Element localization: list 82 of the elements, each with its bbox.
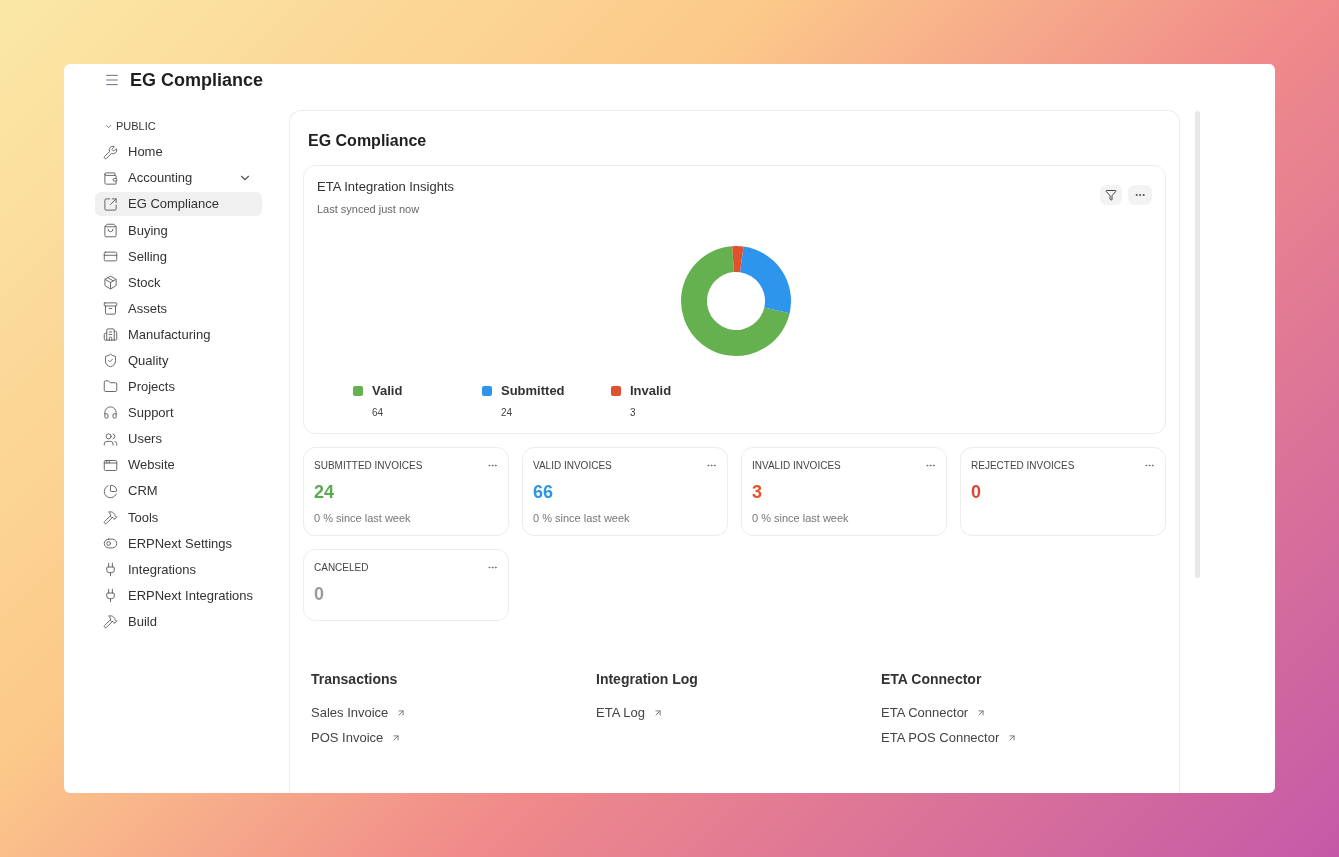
shield-icon xyxy=(103,353,118,369)
plug-icon xyxy=(103,588,118,604)
legend-label: Invalid xyxy=(630,382,672,400)
tools-icon xyxy=(103,144,118,160)
filter-button[interactable] xyxy=(1100,185,1122,205)
pie-chart-icon xyxy=(103,483,118,499)
more-button[interactable] xyxy=(1128,185,1152,205)
sidebar-item[interactable]: Manufacturing xyxy=(95,322,262,347)
card-value: 66 xyxy=(533,481,555,504)
shortcut-link[interactable]: POS Invoice xyxy=(311,725,596,750)
headset-icon xyxy=(103,405,118,421)
sidebar-item[interactable]: Buying xyxy=(95,218,262,243)
legend-value: 3 xyxy=(630,405,637,420)
sidebar-item[interactable]: Website xyxy=(95,453,262,478)
card-trend: 0 % since last week xyxy=(314,510,412,526)
sidebar-item[interactable]: Integrations xyxy=(95,557,262,582)
sidebar-item[interactable]: Build xyxy=(95,609,262,634)
card-title: SUBMITTED INVOICES xyxy=(314,459,423,473)
shortcut-link[interactable]: ETA Connector xyxy=(881,700,1166,725)
chart-title: ETA Integration Insights xyxy=(317,178,455,196)
workspace-title: EG Compliance xyxy=(307,131,428,151)
bag-icon xyxy=(103,222,118,238)
shortcut-link[interactable]: ETA POS Connector xyxy=(881,725,1166,750)
arrow-icon xyxy=(391,732,402,743)
sidebar-item[interactable]: Stock xyxy=(95,270,262,295)
sidebar-item[interactable]: Support xyxy=(95,400,262,425)
legend-value: 64 xyxy=(372,405,385,420)
sidebar-item[interactable]: Quality xyxy=(95,348,262,373)
card-icon xyxy=(103,248,118,264)
external-link-icon xyxy=(103,196,118,212)
users-icon xyxy=(103,431,118,447)
sidebar-item[interactable]: Assets xyxy=(95,296,262,321)
card-title: VALID INVOICES xyxy=(533,459,612,473)
plug-icon xyxy=(103,562,118,577)
card-trend: 0 % since last week xyxy=(752,510,850,526)
hammer-icon xyxy=(103,509,118,525)
sidebar-item[interactable]: Tools xyxy=(95,505,262,530)
arrow-icon xyxy=(396,707,407,718)
archive-icon xyxy=(103,301,118,317)
card-title: CANCELED xyxy=(314,561,369,575)
box-icon xyxy=(103,274,118,290)
card-value: 24 xyxy=(314,481,336,504)
building-icon xyxy=(103,327,118,343)
link-group-title: Transactions xyxy=(311,670,399,689)
sidebar-item[interactable]: ERPNext Integrations xyxy=(95,583,262,608)
sidebar-item[interactable]: CRM xyxy=(95,479,262,504)
arrow-icon xyxy=(1007,732,1018,743)
folder-icon xyxy=(103,379,118,395)
sidebar-item[interactable]: Accounting xyxy=(95,166,262,191)
card-title: INVALID INVOICES xyxy=(752,459,841,473)
window-icon xyxy=(103,457,118,473)
filter-icon xyxy=(1105,189,1117,201)
shortcut-link[interactable]: Sales Invoice xyxy=(311,700,596,725)
page-title: EG Compliance xyxy=(130,68,264,92)
sidebar-item[interactable]: EG Compliance xyxy=(95,192,262,217)
menu-icon[interactable] xyxy=(104,72,120,88)
legend-swatch xyxy=(611,385,621,396)
sidebar-item[interactable]: Projects xyxy=(95,374,262,399)
card-value: 3 xyxy=(752,481,763,504)
card-value: 0 xyxy=(971,481,982,504)
wallet-icon xyxy=(103,170,118,186)
arrow-icon xyxy=(976,707,987,718)
card-title: REJECTED INVOICES xyxy=(971,459,1075,473)
section-label: PUBLIC xyxy=(116,118,156,134)
toggle-icon xyxy=(103,535,118,551)
legend-swatch xyxy=(482,385,492,396)
arrow-icon xyxy=(652,707,663,718)
shortcut-link[interactable]: ETA Log xyxy=(596,700,881,725)
sidebar-item[interactable]: Users xyxy=(95,427,262,452)
hammer-icon xyxy=(103,614,118,630)
legend-value: 24 xyxy=(501,405,514,420)
card-value: 0 xyxy=(314,583,325,606)
sidebar-item[interactable]: Selling xyxy=(95,244,262,269)
sidebar-item[interactable]: ERPNext Settings xyxy=(95,531,262,556)
card-trend: 0 % since last week xyxy=(533,510,631,526)
link-group-title: ETA Connector xyxy=(881,670,983,689)
link-group-title: Integration Log xyxy=(596,670,699,689)
legend-label: Valid xyxy=(372,382,403,400)
sync-status: Last synced just now xyxy=(317,201,421,217)
legend-swatch xyxy=(353,385,363,396)
sidebar-item[interactable]: Home xyxy=(95,140,262,164)
legend-label: Submitted xyxy=(501,382,565,400)
